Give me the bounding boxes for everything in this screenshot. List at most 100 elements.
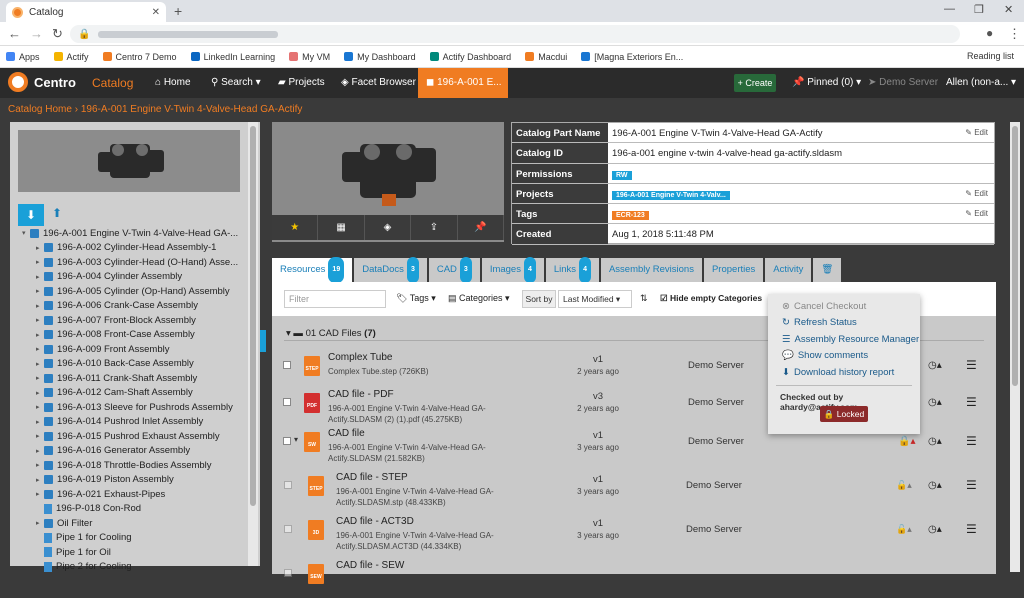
tab--[interactable]: 🗑 bbox=[813, 258, 842, 282]
grid-view-icon[interactable]: ▦ bbox=[318, 215, 365, 240]
tab-properties[interactable]: Properties bbox=[703, 258, 764, 282]
file-checkbox[interactable] bbox=[284, 481, 292, 489]
reload-icon[interactable]: ↻ bbox=[52, 26, 63, 42]
tree-toggle-icon[interactable]: ▸ bbox=[36, 374, 44, 382]
sort-select[interactable]: Last Modified ▾ bbox=[558, 290, 632, 308]
breadcrumb-root[interactable]: Catalog Home bbox=[8, 104, 72, 115]
nav-search[interactable]: ⚲ Search ▾ bbox=[211, 77, 261, 88]
file-name[interactable]: CAD file - STEP bbox=[336, 472, 408, 483]
file-name[interactable]: CAD file - PDF bbox=[328, 389, 394, 400]
tree-item[interactable]: ▸ 196-A-002 Cylinder-Head Assembly-1 bbox=[22, 241, 250, 256]
tree-item[interactable]: ▸ 196-A-006 Crank-Case Assembly bbox=[22, 299, 250, 314]
tree-toggle-icon[interactable]: ▾ bbox=[22, 229, 30, 237]
tree-toggle-icon[interactable]: ▸ bbox=[36, 287, 44, 295]
bookmark-item[interactable]: Actify bbox=[53, 52, 89, 62]
tree-toggle-icon[interactable]: ▸ bbox=[36, 273, 44, 281]
favorite-star-icon[interactable]: ★ bbox=[272, 215, 319, 240]
dropdown-item-assembly-resource-manager[interactable]: ☰ Assembly Resource Manager bbox=[768, 331, 920, 348]
tab-images[interactable]: Images 4 bbox=[481, 257, 544, 283]
locked-button[interactable]: 🔒 Locked bbox=[820, 406, 868, 422]
content-scroll-thumb[interactable] bbox=[1012, 126, 1018, 386]
expand-down-button[interactable]: ⬇ bbox=[18, 204, 44, 226]
bookmark-item[interactable]: [Magna Exteriors En... bbox=[581, 52, 683, 62]
file-row[interactable]: SEW CAD file - SEW bbox=[272, 554, 996, 598]
file-name[interactable]: CAD file bbox=[328, 428, 365, 439]
categories-dropdown[interactable]: ▤ Categories ▾ bbox=[448, 293, 510, 304]
pin-icon[interactable]: 📌 bbox=[458, 215, 505, 240]
tree-item[interactable]: ▸ 196-A-013 Sleeve for Pushrods Assembly bbox=[22, 400, 250, 415]
bookmark-item[interactable]: Macdui bbox=[525, 52, 567, 62]
tree-toggle-icon[interactable]: ▸ bbox=[36, 331, 44, 339]
profile-avatar-icon[interactable]: ● bbox=[986, 26, 993, 40]
tree-toggle-icon[interactable]: ▸ bbox=[36, 316, 44, 324]
back-icon[interactable]: ← bbox=[8, 26, 21, 41]
row-menu-icon[interactable]: ☰ bbox=[966, 434, 977, 448]
history-clock-icon[interactable]: ◷▴ bbox=[928, 480, 942, 491]
tree-toggle-icon[interactable]: ▸ bbox=[36, 258, 44, 266]
file-row[interactable]: 3D CAD file - ACT3D 196-A-001 Engine V-Twi… bbox=[272, 510, 996, 554]
tab-links[interactable]: Links 4 bbox=[545, 257, 599, 283]
tree-item[interactable]: ▸ 196-A-004 Cylinder Assembly bbox=[22, 270, 250, 285]
browser-menu-icon[interactable]: ⋮ bbox=[1008, 26, 1021, 42]
tab-cad[interactable]: CAD 3 bbox=[428, 257, 480, 283]
tree-item[interactable]: ▸ 196-A-008 Front-Case Assembly bbox=[22, 328, 250, 343]
url-input[interactable]: 🔒 bbox=[70, 25, 960, 43]
tree-item[interactable]: ▸ 196-A-014 Pushrod Inlet Assembly bbox=[22, 415, 250, 430]
tree-toggle-icon[interactable]: ▸ bbox=[36, 432, 44, 440]
bookmark-item[interactable]: Apps bbox=[6, 52, 40, 62]
tree-item[interactable]: ▸ 196-A-012 Cam-Shaft Assembly bbox=[22, 386, 250, 401]
tree-toggle-icon[interactable]: ▸ bbox=[36, 302, 44, 310]
tree-toggle-icon[interactable]: ▸ bbox=[36, 461, 44, 469]
nav-home[interactable]: ⌂ Home bbox=[155, 77, 191, 88]
maximize-icon[interactable]: ❐ bbox=[974, 3, 984, 16]
bookmark-item[interactable]: My VM bbox=[289, 52, 330, 62]
tree-item[interactable]: ▸ 196-A-016 Generator Assembly bbox=[22, 444, 250, 459]
tree-item[interactable]: ▸ 196-A-021 Exhaust-Pipes bbox=[22, 487, 250, 502]
tree-toggle-icon[interactable]: ▸ bbox=[36, 244, 44, 252]
bookmark-item[interactable]: Centro 7 Demo bbox=[102, 52, 177, 62]
tree-item[interactable]: ▸ 196-A-015 Pushrod Exhaust Assembly bbox=[22, 429, 250, 444]
user-menu[interactable]: Allen (non-a... ▾ bbox=[946, 77, 1016, 88]
file-checkbox[interactable] bbox=[283, 361, 291, 369]
close-tab-icon[interactable]: ✕ bbox=[152, 7, 160, 18]
locked-red-icon[interactable]: 🔒▴ bbox=[898, 436, 915, 447]
expand-caret-icon[interactable]: ▾ bbox=[294, 435, 298, 444]
nav-active-catalog-tab[interactable]: ◼ 196-A-001 E... bbox=[418, 68, 508, 98]
content-scrollbar[interactable] bbox=[1010, 122, 1020, 572]
server-indicator[interactable]: ➤ Demo Server bbox=[868, 77, 938, 88]
dropdown-item-refresh-status[interactable]: ↻ Refresh Status bbox=[768, 315, 920, 332]
forward-icon[interactable]: → bbox=[30, 26, 43, 41]
tree-item[interactable]: ▾ 196-A-001 Engine V-Twin 4-Valve-Head GA… bbox=[22, 226, 250, 241]
dropdown-item-show-comments[interactable]: 💬 Show comments bbox=[768, 348, 920, 365]
dropdown-item-cancel-checkout[interactable]: ⊗ Cancel Checkout bbox=[768, 298, 920, 315]
filter-input[interactable]: Filter bbox=[284, 290, 386, 308]
tree-scroll-thumb[interactable] bbox=[250, 126, 256, 506]
history-clock-icon[interactable]: ◷▴ bbox=[928, 360, 942, 371]
row-menu-icon[interactable]: ☰ bbox=[966, 478, 977, 492]
tree-item[interactable]: Pipe 1 for Cooling bbox=[22, 531, 250, 546]
tab-activity[interactable]: Activity bbox=[765, 258, 812, 282]
tab-assembly-revisions[interactable]: Assembly Revisions bbox=[600, 258, 702, 282]
bookmark-item[interactable]: Actify Dashboard bbox=[429, 52, 511, 62]
edit-link[interactable]: ✎ Edit bbox=[965, 128, 988, 137]
nav-facet-browser[interactable]: ◈ Facet Browser bbox=[341, 77, 416, 88]
hide-empty-checkbox[interactable]: ☑ Hide empty Categories bbox=[660, 293, 762, 304]
tree-toggle-icon[interactable]: ▸ bbox=[36, 345, 44, 353]
tree-toggle-icon[interactable]: ▸ bbox=[36, 360, 44, 368]
browser-tab[interactable]: Catalog ✕ bbox=[6, 2, 166, 22]
tree-item[interactable]: 196-P-018 Con-Rod bbox=[22, 502, 250, 517]
close-window-icon[interactable]: ✕ bbox=[1004, 3, 1013, 16]
tree-item[interactable]: ▸ 196-A-009 Front Assembly bbox=[22, 342, 250, 357]
tree-item[interactable]: ▸ 196-A-003 Cylinder-Head (O-Hand) Asse..… bbox=[22, 255, 250, 270]
tree-toggle-icon[interactable]: ▸ bbox=[36, 476, 44, 484]
edit-link[interactable]: ✎ Edit bbox=[965, 209, 988, 218]
group-header[interactable]: ▾ ▬ 01 CAD Files (7) bbox=[286, 328, 376, 339]
bookmark-item[interactable]: My Dashboard bbox=[344, 52, 416, 62]
upload-icon[interactable]: ⇪ bbox=[411, 215, 458, 240]
tree-toggle-icon[interactable]: ▸ bbox=[36, 389, 44, 397]
tree-item[interactable]: ▸ 196-A-007 Front-Block Assembly bbox=[22, 313, 250, 328]
tree-toggle-icon[interactable]: ▸ bbox=[36, 447, 44, 455]
tree-item[interactable]: ▸ 196-A-019 Piston Assembly bbox=[22, 473, 250, 488]
file-checkbox[interactable] bbox=[284, 569, 292, 577]
history-clock-icon[interactable]: ◷▴ bbox=[928, 524, 942, 535]
